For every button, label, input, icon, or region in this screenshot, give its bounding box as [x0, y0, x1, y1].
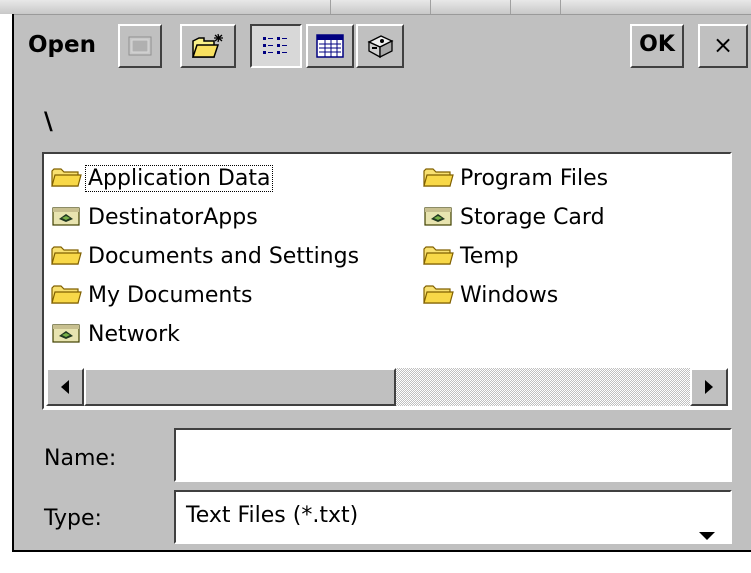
horizontal-scrollbar[interactable]: [46, 368, 728, 406]
new-folder-button[interactable]: [180, 24, 236, 68]
list-item-label: Documents and Settings: [88, 243, 360, 269]
list-item[interactable]: Windows: [422, 279, 560, 311]
dialog-bottom-edge: [12, 550, 751, 573]
scroll-left-button[interactable]: [46, 368, 84, 406]
folder-icon: [50, 283, 84, 307]
details-view-button[interactable]: [306, 24, 354, 68]
list-item[interactable]: Network: [50, 318, 182, 350]
name-field[interactable]: [174, 428, 732, 482]
list-item[interactable]: My Documents: [50, 279, 254, 311]
window-top-strip: [0, 0, 751, 15]
name-label: Name:: [44, 446, 117, 471]
list-item-label: Application Data: [84, 164, 274, 192]
type-value: Text Files (*.txt): [186, 503, 359, 528]
list-item[interactable]: Temp: [422, 240, 521, 272]
open-dialog: Open OK × \ Application Data DestinatorA…: [0, 0, 751, 573]
list-item-label: Temp: [460, 243, 519, 269]
list-item-label: Program Files: [460, 165, 609, 191]
storage-card-icon: [50, 322, 84, 346]
list-item[interactable]: DestinatorApps: [50, 201, 260, 233]
list-item-label: DestinatorApps: [88, 204, 258, 230]
list-item-label: Windows: [460, 282, 559, 308]
scroll-right-button[interactable]: [690, 368, 728, 406]
list-item-label: Storage Card: [460, 204, 605, 230]
current-path: \: [44, 107, 53, 135]
folder-icon: [422, 244, 456, 268]
dialog-left-edge: [0, 14, 14, 571]
chevron-down-icon: [698, 511, 716, 559]
properties-button[interactable]: [356, 24, 404, 68]
folder-icon: [422, 166, 456, 190]
list-item-label: Network: [88, 321, 180, 347]
storage-card-icon: [50, 205, 84, 229]
folder-icon: [422, 283, 456, 307]
type-select[interactable]: Text Files (*.txt): [174, 490, 732, 544]
storage-card-icon: [422, 205, 456, 229]
list-view-button[interactable]: [250, 24, 302, 68]
type-label: Type:: [44, 506, 102, 531]
dialog-title: Open: [28, 32, 96, 58]
up-folder-button[interactable]: [118, 24, 162, 68]
list-item[interactable]: Application Data: [50, 162, 274, 194]
folder-icon: [50, 244, 84, 268]
list-item[interactable]: Program Files: [422, 162, 610, 194]
file-list[interactable]: Application Data DestinatorApps Documents …: [42, 152, 732, 410]
close-button[interactable]: ×: [698, 24, 748, 68]
folder-icon: [50, 166, 84, 190]
list-item[interactable]: Storage Card: [422, 201, 607, 233]
list-item-label: My Documents: [88, 282, 253, 308]
list-item[interactable]: Documents and Settings: [50, 240, 361, 272]
scroll-thumb[interactable]: [84, 368, 396, 406]
ok-button[interactable]: OK: [630, 24, 684, 68]
